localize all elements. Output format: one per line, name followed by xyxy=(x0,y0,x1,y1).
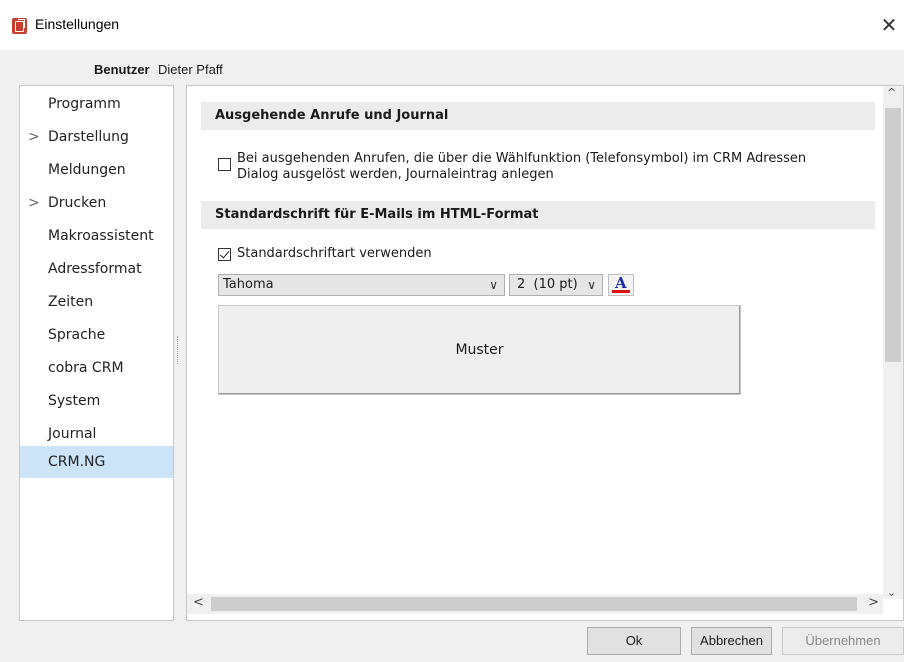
sidebar-item-label: CRM.NG xyxy=(48,454,106,470)
sidebar-item-programm[interactable]: Programm xyxy=(20,88,173,120)
journal-entry-label-line1: Bei ausgehenden Anrufen, die über die Wä… xyxy=(237,151,807,166)
chevron-down-icon: ∨ xyxy=(489,278,498,292)
vertical-scrollbar[interactable]: ^ ⌄ xyxy=(883,86,903,599)
sidebar-item-label: Darstellung xyxy=(48,129,129,145)
vertical-scroll-thumb[interactable] xyxy=(885,108,901,362)
sidebar-item-label: Zeiten xyxy=(48,294,94,310)
font-preview-text: Muster xyxy=(455,342,504,358)
sidebar-item-label: Adressformat xyxy=(48,261,142,277)
sidebar-item-label: Sprache xyxy=(48,327,106,343)
sidebar-item-label: Programm xyxy=(48,96,121,112)
chevron-right-icon[interactable]: > xyxy=(28,187,40,219)
scroll-up-icon[interactable]: ^ xyxy=(887,86,896,99)
horizontal-scroll-thumb[interactable] xyxy=(211,597,857,611)
font-family-value: Tahoma xyxy=(223,277,274,292)
sidebar-item-adressformat[interactable]: Adressformat xyxy=(20,253,173,285)
window-title: Einstellungen xyxy=(35,16,120,32)
scroll-left-icon[interactable]: < xyxy=(193,595,204,610)
section-title: Ausgehende Anrufe und Journal xyxy=(215,108,449,123)
sidebar-item-sprache[interactable]: Sprache xyxy=(20,319,173,351)
cancel-button[interactable]: Abbrechen xyxy=(691,627,772,655)
sidebar-item-zeiten[interactable]: Zeiten xyxy=(20,286,173,318)
font-color-button[interactable]: A xyxy=(608,274,634,296)
chevron-down-icon: ∨ xyxy=(587,278,596,292)
journal-entry-label-line2: Dialog ausgelöst werden, Journaleintrag … xyxy=(237,167,554,182)
font-preview-box: Muster xyxy=(218,305,741,395)
sidebar-item-makroassistent[interactable]: Makroassistent xyxy=(20,220,173,252)
sidebar-item-system[interactable]: System xyxy=(20,385,173,417)
default-font-checkbox[interactable] xyxy=(218,248,231,261)
splitter-handle[interactable] xyxy=(177,336,181,364)
section-header-email-font: Standardschrift für E-Mails im HTML-Form… xyxy=(201,201,875,229)
font-size-value: 2 (10 pt) xyxy=(517,277,578,292)
font-family-select[interactable]: Tahoma ∨ xyxy=(218,274,505,296)
chevron-right-icon[interactable]: > xyxy=(28,121,40,153)
sidebar-item-cobra-crm[interactable]: cobra CRM xyxy=(20,352,173,384)
sidebar-item-label: Makroassistent xyxy=(48,228,154,244)
scroll-down-icon[interactable]: ⌄ xyxy=(887,586,896,599)
sidebar-item-darstellung[interactable]: > Darstellung xyxy=(20,121,173,153)
settings-content-panel: Ausgehende Anrufe und Journal Bei ausgeh… xyxy=(186,85,904,621)
user-name: Dieter Pfaff xyxy=(158,62,223,77)
section-header-outgoing-calls: Ausgehende Anrufe und Journal xyxy=(201,102,875,130)
scroll-right-icon[interactable]: > xyxy=(868,595,879,610)
horizontal-scrollbar[interactable]: < > xyxy=(187,594,883,614)
close-icon[interactable]: ✕ xyxy=(874,10,904,40)
sidebar-item-crm-ng[interactable]: CRM.NG xyxy=(20,446,173,478)
section-title: Standardschrift für E-Mails im HTML-Form… xyxy=(215,207,539,222)
sidebar-item-label: System xyxy=(48,393,101,409)
user-bar: Benutzer Dieter Pfaff xyxy=(0,50,904,86)
default-font-label: Standardschriftart verwenden xyxy=(237,246,432,261)
font-color-swatch xyxy=(612,290,630,293)
sidebar-item-label: cobra CRM xyxy=(48,360,124,376)
ok-button[interactable]: Ok xyxy=(587,627,681,655)
sidebar-item-meldungen[interactable]: Meldungen xyxy=(20,154,173,186)
sidebar-item-label: Meldungen xyxy=(48,162,126,178)
font-size-select[interactable]: 2 (10 pt) ∨ xyxy=(509,274,603,296)
app-icon xyxy=(12,18,27,34)
journal-entry-checkbox[interactable] xyxy=(218,158,231,171)
user-label: Benutzer xyxy=(94,62,150,77)
sidebar-item-label: Drucken xyxy=(48,195,107,211)
settings-navigation: Programm > Darstellung Meldungen > Druck… xyxy=(19,85,174,621)
title-bar: Einstellungen ✕ xyxy=(0,0,904,50)
sidebar-item-drucken[interactable]: > Drucken xyxy=(20,187,173,219)
apply-button[interactable]: Übernehmen xyxy=(782,627,904,655)
